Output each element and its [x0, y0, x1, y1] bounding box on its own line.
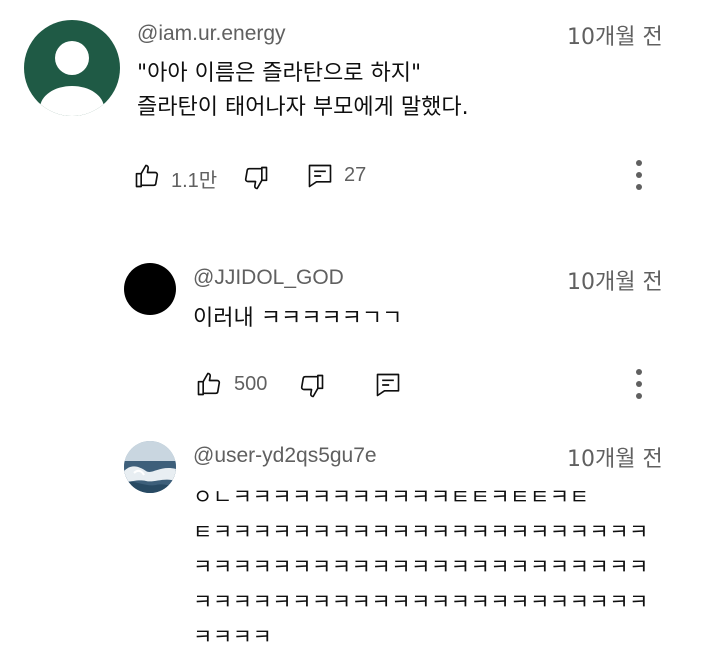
comment-text-line: ㅋㅋㅋㅋㅋㅋㅋㅋㅋㅋㅋㅋㅋㅋㅋㅋㅋㅋㅋㅋㅋㅋㅋ — [193, 590, 649, 614]
reply-button[interactable] — [374, 371, 402, 399]
user-silhouette-icon — [40, 41, 104, 116]
author-handle[interactable]: @iam.ur.energy — [137, 22, 286, 46]
avatar[interactable] — [124, 263, 176, 315]
dislike-button[interactable] — [298, 372, 326, 400]
dislike-button[interactable] — [242, 164, 270, 192]
thumbs-down-icon — [244, 166, 268, 190]
thumbs-up-icon — [135, 164, 159, 188]
reply-button[interactable] — [306, 162, 334, 190]
like-button[interactable] — [133, 162, 161, 190]
comment-text-line: ㅋㅋㅋㅋㅋㅋㅋㅋㅋㅋㅋㅋㅋㅋㅋㅋㅋㅋㅋㅋㅋㅋㅋ — [193, 555, 649, 579]
reply-count[interactable]: 27 — [344, 164, 366, 187]
timestamp[interactable]: 10개월 전 — [567, 264, 663, 296]
comment-icon — [376, 373, 400, 397]
comment-text-line: ㅋㅋㅋㅋ — [193, 625, 273, 649]
comment-text-line: ㅇㄴㅋㅋㅋㅋㅋㅋㅋㅋㅋㅋㅋㅌㅌㅋㅌㅌㅋㅌ — [193, 485, 590, 509]
avatar[interactable] — [124, 441, 176, 493]
comment-icon — [308, 164, 332, 188]
comment-text-line: "아아 이름은 즐라탄으로 하지" — [137, 61, 422, 86]
thumbs-down-icon — [300, 374, 324, 398]
avatar[interactable] — [24, 20, 120, 116]
author-handle[interactable]: @user-yd2qs5gu7e — [193, 444, 377, 468]
more-vert-icon[interactable] — [635, 369, 643, 399]
ocean-wave-photo — [124, 441, 176, 493]
like-button[interactable] — [195, 370, 223, 398]
comment-text: 이러내 ㅋㅋㅋㅋㅋㄱㄱ — [193, 306, 403, 331]
timestamp[interactable]: 10개월 전 — [567, 19, 663, 51]
comment-text: ㅇㄴㅋㅋㅋㅋㅋㅋㅋㅋㅋㅋㅋㅌㅌㅋㅌㅌㅋㅌ ㅌㅋㅋㅋㅋㅋㅋㅋㅋㅋㅋㅋㅋㅋㅋㅋㅋㅋㅋ… — [193, 480, 649, 655]
more-vert-icon[interactable] — [635, 160, 643, 190]
comment-text-line: ㅌㅋㅋㅋㅋㅋㅋㅋㅋㅋㅋㅋㅋㅋㅋㅋㅋㅋㅋㅋㅋㅋㅋ — [193, 520, 649, 544]
timestamp[interactable]: 10개월 전 — [567, 441, 663, 473]
like-count: 1.1만 — [171, 170, 218, 192]
like-count: 500 — [234, 373, 268, 395]
comment-text-line: 즐라탄이 태어나자 부모에게 말했다. — [137, 95, 469, 120]
author-handle[interactable]: @JJIDOL_GOD — [193, 266, 344, 290]
thumbs-up-icon — [197, 372, 221, 396]
comment-text: "아아 이름은 즐라탄으로 하지" 즐라탄이 태어나자 부모에게 말했다. — [137, 57, 469, 125]
